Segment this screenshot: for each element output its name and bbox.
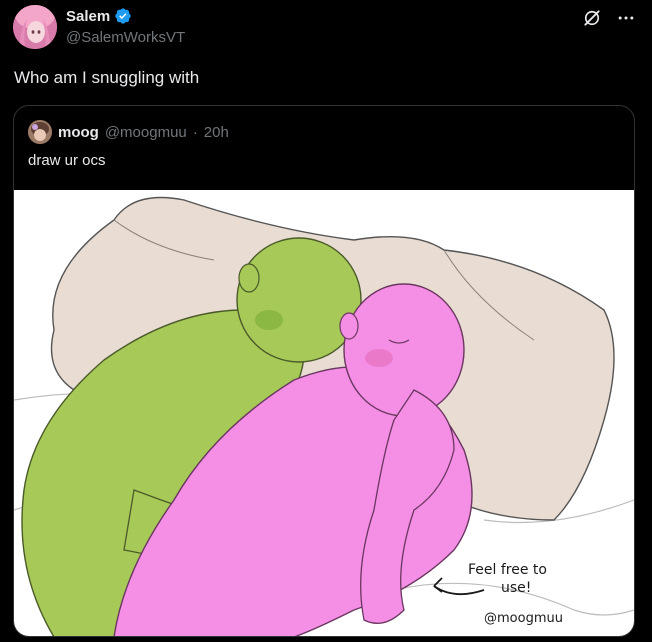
note-line-1: Feel free to xyxy=(468,562,547,578)
author-handle[interactable]: @SalemWorksVT xyxy=(66,29,185,46)
quoted-tweet[interactable]: moog @moogmuu · 20h draw ur ocs Feel fre… xyxy=(13,105,635,637)
green-head xyxy=(236,237,362,363)
quoted-separator: · xyxy=(192,123,198,141)
author-avatar-image xyxy=(13,5,57,49)
verified-badge-icon[interactable] xyxy=(114,7,132,25)
more-icon[interactable] xyxy=(616,8,636,28)
author-display-name[interactable]: Salem xyxy=(66,8,110,25)
quoted-tweet-header: moog @moogmuu · 20h xyxy=(28,120,229,144)
tweet-top-actions xyxy=(582,8,636,28)
author-avatar[interactable] xyxy=(13,5,57,49)
author-name-row: Salem xyxy=(66,7,132,25)
note-arrow xyxy=(433,585,485,596)
quoted-handle[interactable]: @moogmuu xyxy=(105,124,187,141)
tweet-text: Who am I snuggling with xyxy=(14,68,200,87)
quoted-author-avatar-image xyxy=(28,120,52,144)
quoted-display-name[interactable]: moog xyxy=(58,124,99,141)
quoted-author-avatar[interactable] xyxy=(28,120,52,144)
pink-head xyxy=(343,283,465,417)
grok-icon[interactable] xyxy=(582,8,602,28)
sketch-illustration: Feel free to use! @moogmuu xyxy=(14,196,634,636)
note-line-2: use! xyxy=(501,580,531,596)
tweet: Salem @SalemWorksVT Who am I snuggling w… xyxy=(0,0,652,642)
quoted-text: draw ur ocs xyxy=(28,152,106,169)
signature: @moogmuu xyxy=(484,611,563,626)
quoted-time[interactable]: 20h xyxy=(204,124,229,141)
quoted-media-image[interactable]: Feel free to use! @moogmuu xyxy=(14,190,634,636)
